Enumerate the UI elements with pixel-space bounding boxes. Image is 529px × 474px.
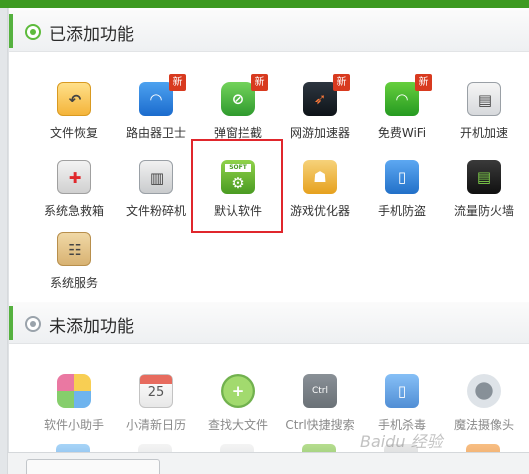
feature-label: 软件小助手 <box>43 418 104 432</box>
new-badge: 新 <box>415 74 432 91</box>
feature-label: 魔法摄像头 <box>453 418 514 432</box>
feature-label: 系统急救箱 <box>43 204 104 218</box>
feature-label: 流量防火墙 <box>453 204 514 218</box>
new-badge: 新 <box>251 74 268 91</box>
feature-item-phone-antitheft[interactable]: ▯ 手机防盗 <box>361 160 443 226</box>
feature-label: Ctrl快捷搜索 <box>285 418 355 432</box>
feature-label: 网游加速器 <box>289 126 350 140</box>
game-optimizer-icon: ☗ <box>303 160 337 194</box>
feature-item-router-guard[interactable]: ◠ 新 路由器卫士 <box>115 74 197 148</box>
not-added-section-title: 未添加功能 <box>49 317 134 337</box>
feature-item-calendar[interactable]: 25 小清新日历 <box>115 374 197 440</box>
added-section-header: 已添加功能 <box>9 10 529 52</box>
feature-label: 免费WiFi <box>377 126 427 140</box>
feature-item-find-large-file[interactable]: + 查找大文件 <box>197 374 279 440</box>
feature-label: 开机加速 <box>459 126 508 140</box>
radio-icon <box>25 316 41 332</box>
section-accent-bar <box>9 14 13 48</box>
bottom-button[interactable] <box>26 459 160 474</box>
find-large-file-icon: + <box>221 374 255 408</box>
feature-item-traffic-firewall[interactable]: ▤ 流量防火墙 <box>443 160 525 226</box>
feature-label: 文件粉碎机 <box>125 204 186 218</box>
feature-item-magic-webcam[interactable]: 魔法摄像头 <box>443 374 525 440</box>
feature-item-software-helper[interactable]: 软件小助手 <box>33 374 115 440</box>
bottom-bar <box>8 452 529 474</box>
folder-restore-icon: ↶ <box>57 82 91 116</box>
system-service-icon: ☷ <box>57 232 91 266</box>
new-badge: 新 <box>169 74 186 91</box>
webcam-icon <box>467 374 501 408</box>
rocket-icon: ➶ <box>303 82 337 116</box>
feature-item-system-rescue[interactable]: ✚ 系统急救箱 <box>33 160 115 226</box>
feature-item-system-service[interactable]: ☷ 系统服务 <box>33 232 115 298</box>
feature-item-ctrl-search[interactable]: Ctrl Ctrl快捷搜索 <box>279 374 361 440</box>
feature-label: 手机防盗 <box>377 204 426 218</box>
radio-icon <box>25 24 41 40</box>
top-nav-bar <box>0 0 529 8</box>
wifi-icon: ◠ <box>385 82 419 116</box>
feature-item-game-accelerator[interactable]: ➶ 新 网游加速器 <box>279 74 361 148</box>
highlight-box <box>191 139 283 233</box>
router-guard-icon: ◠ <box>139 82 173 116</box>
phone-antitheft-icon: ▯ <box>385 160 419 194</box>
feature-panel: 已添加功能 ↶ 文件恢复 ◠ 新 路由器卫士 ⊘ 新 弹窗拦截 ➶ 新 网游加速… <box>8 8 529 474</box>
new-badge: 新 <box>333 74 350 91</box>
feature-item-file-restore[interactable]: ↶ 文件恢复 <box>33 82 115 148</box>
feature-item-file-shredder[interactable]: ▥ 文件粉碎机 <box>115 160 197 226</box>
feature-label: 小清新日历 <box>125 418 186 432</box>
left-strip <box>0 8 8 474</box>
feature-label: 路由器卫士 <box>125 126 186 140</box>
first-aid-kit-icon: ✚ <box>57 160 91 194</box>
feature-label: 游戏优化器 <box>289 204 350 218</box>
added-section-title: 已添加功能 <box>49 25 134 45</box>
popup-block-icon: ⊘ <box>221 82 255 116</box>
feature-label: 查找大文件 <box>207 418 268 432</box>
feature-item-boot-speedup[interactable]: ▤ 开机加速 <box>443 82 525 148</box>
baidu-watermark: Baidu 经验 <box>360 432 443 451</box>
calendar-icon: 25 <box>139 374 173 408</box>
calendar-date: 25 <box>147 385 165 400</box>
feature-label: 文件恢复 <box>49 126 98 140</box>
section-accent-bar <box>9 306 13 340</box>
phone-antivirus-icon: ▯ <box>385 374 419 408</box>
boot-speedup-icon: ▤ <box>467 82 501 116</box>
feature-label: 系统服务 <box>49 276 98 290</box>
software-helper-icon <box>57 374 91 408</box>
not-added-section-header: 未添加功能 <box>9 302 529 344</box>
file-shredder-icon: ▥ <box>139 160 173 194</box>
feature-item-game-optimizer[interactable]: ☗ 游戏优化器 <box>279 160 361 226</box>
feature-item-free-wifi[interactable]: ◠ 新 免费WiFi <box>361 74 443 148</box>
traffic-firewall-icon: ▤ <box>467 160 501 194</box>
ctrl-key-icon: Ctrl <box>303 374 337 408</box>
